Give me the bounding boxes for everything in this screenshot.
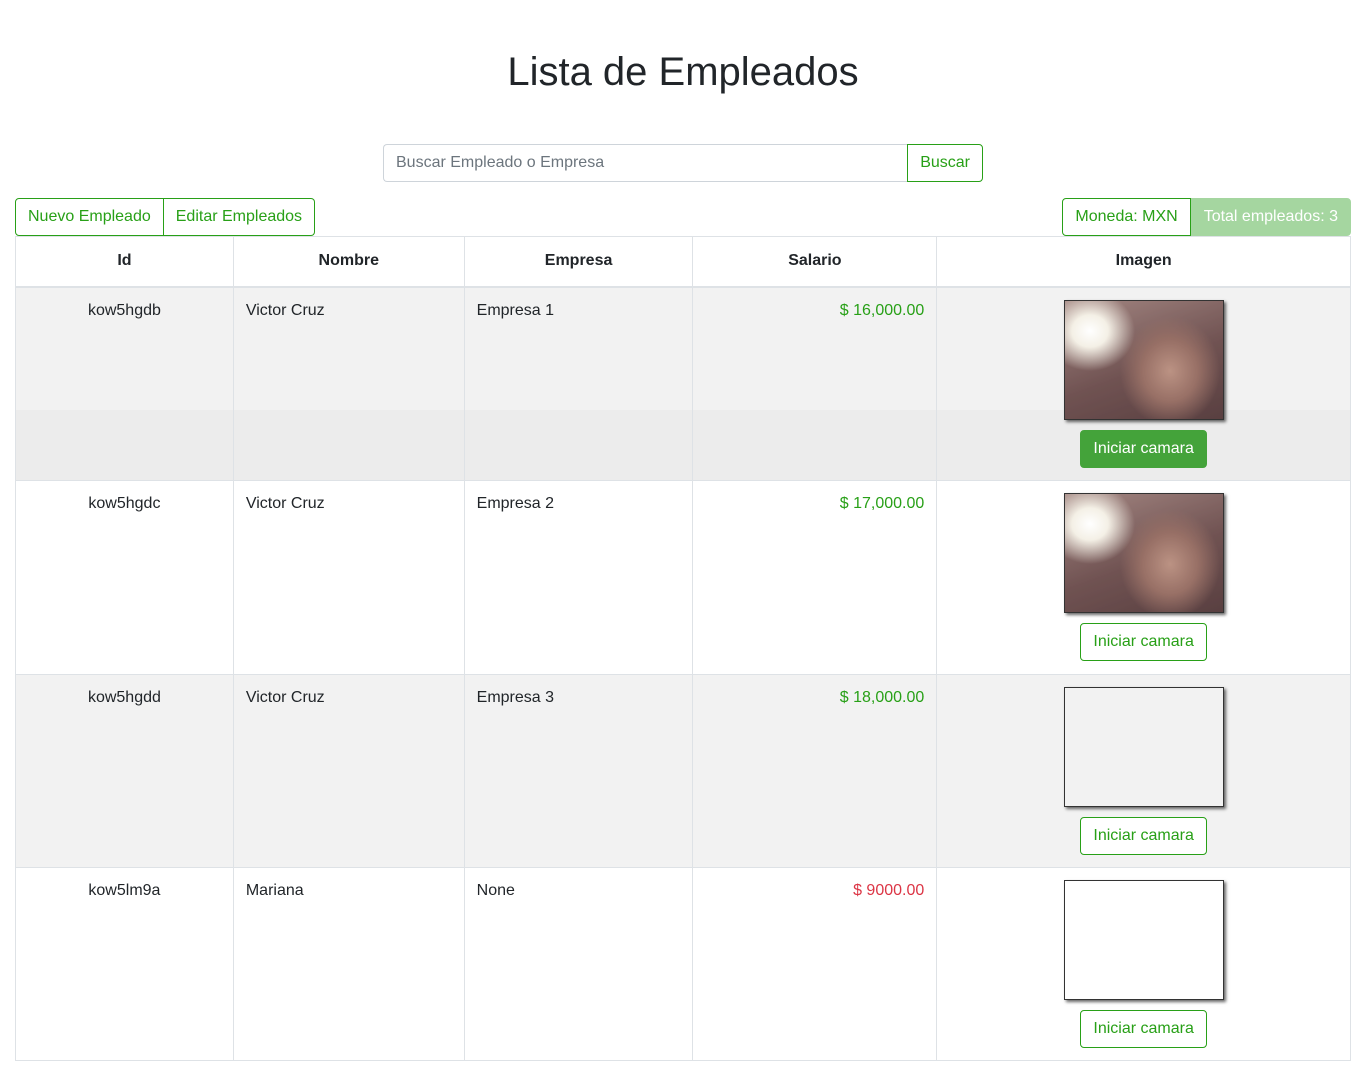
header-image: Imagen [936,236,1351,288]
table-row: kow5lm9a Mariana None $ 9000.00 Iniciar … [15,867,1351,1061]
cell-name: Victor Cruz [232,674,465,868]
employee-photo [1063,493,1224,613]
cell-company: Empresa 3 [463,674,694,868]
search-input[interactable] [383,144,908,182]
new-employee-button[interactable]: Nuevo Empleado [15,198,164,236]
table-header-row: Id Nombre Empresa Salario Imagen [15,236,1351,288]
cell-id: kow5hgdc [15,480,234,675]
table-row: kow5hgdb Victor Cruz Empresa 1 $ 16,000.… [15,286,1351,481]
cell-salary: $ 17,000.00 [692,480,938,675]
cell-image: Iniciar camara [936,674,1351,868]
header-id: Id [15,236,234,288]
summary-badges: Moneda: MXN Total empleados: 3 [1062,198,1351,236]
employees-table: Id Nombre Empresa Salario Imagen kow5hgd… [15,236,1351,1061]
total-employees-badge: Total empleados: 3 [1190,198,1351,236]
cell-company: Empresa 1 [463,286,694,481]
page-title: Lista de Empleados [507,50,859,94]
cell-salary: $ 16,000.00 [692,286,938,481]
search-bar: Buscar [383,144,983,182]
edit-employees-button[interactable]: Editar Empleados [163,198,316,236]
employee-actions: Nuevo Empleado Editar Empleados [15,198,316,236]
cell-image: Iniciar camara [936,867,1351,1061]
cell-image: Iniciar camara [936,286,1351,481]
header-salary: Salario [692,236,938,288]
cell-id: kow5hgdb [15,286,234,481]
employee-photo [1063,299,1224,420]
cell-salary: $ 18,000.00 [692,674,938,868]
header-company: Empresa [463,236,694,288]
cell-name: Victor Cruz [232,480,465,675]
cell-name: Victor Cruz [232,286,465,481]
cell-id: kow5hgdd [15,674,234,868]
currency-badge: Moneda: MXN [1062,198,1191,236]
cell-company: Empresa 2 [463,480,694,675]
cell-name: Mariana [232,867,465,1061]
cell-salary: $ 9000.00 [692,867,938,1061]
employee-photo-empty [1063,687,1224,807]
start-camera-button[interactable]: Iniciar camara [1080,429,1207,468]
header-name: Nombre [232,236,465,288]
search-button[interactable]: Buscar [907,144,983,182]
cell-id: kow5lm9a [15,867,234,1061]
table-row: kow5hgdc Victor Cruz Empresa 2 $ 17,000.… [15,480,1351,675]
cell-image: Iniciar camara [936,480,1351,675]
start-camera-button[interactable]: Iniciar camara [1080,817,1207,855]
employee-photo-empty [1063,880,1224,1000]
cell-company: None [463,867,694,1061]
start-camera-button[interactable]: Iniciar camara [1080,623,1207,661]
table-row: kow5hgdd Victor Cruz Empresa 3 $ 18,000.… [15,674,1351,868]
start-camera-button[interactable]: Iniciar camara [1080,1010,1207,1048]
